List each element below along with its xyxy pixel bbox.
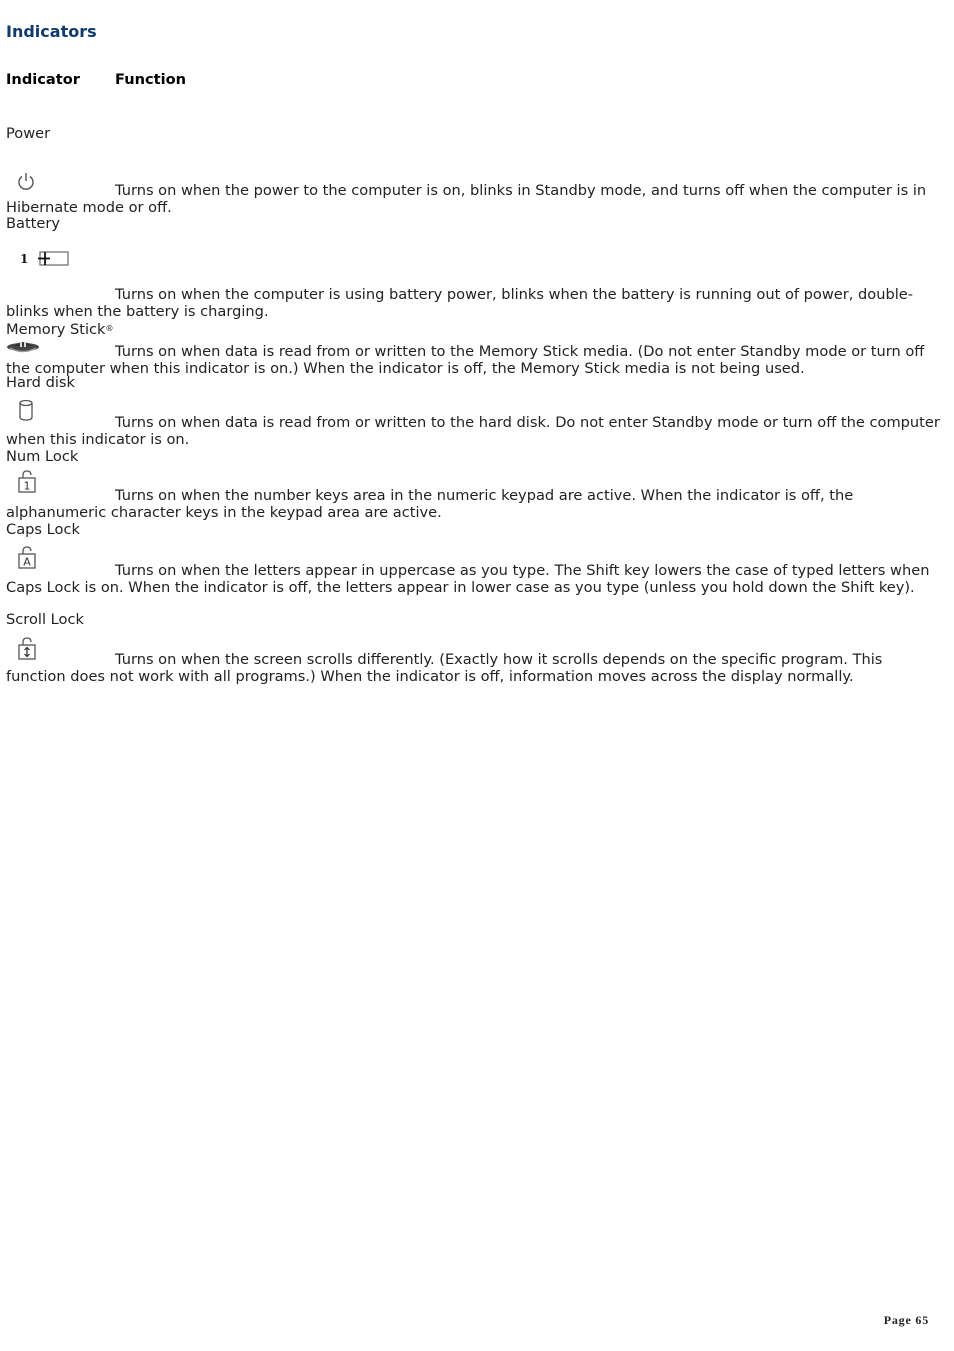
hard-disk-icon [19, 399, 33, 421]
column-header-function: Function [115, 71, 187, 88]
memory-stick-icon [7, 342, 39, 353]
indicator-row-caps-lock: Caps Lock A Turns on when the letters ap… [6, 521, 946, 596]
indicator-description: Turns on when data is read from or writt… [6, 342, 925, 377]
indicator-row-hard-disk: Hard disk Turns on when data is read fro… [6, 374, 946, 448]
indicator-row-power: Power Turns on when the power to the com… [6, 125, 946, 216]
indicator-name: Memory Stick® [6, 321, 946, 339]
indicator-description: Turns on when the number keys area in th… [6, 486, 854, 521]
num-lock-icon: 1 [18, 470, 36, 493]
indicator-description: Turns on when data is read from or writt… [6, 413, 940, 448]
battery-icon: 1 [20, 251, 69, 266]
page-title: Indicators [6, 22, 97, 41]
indicator-name: Hard disk [6, 374, 75, 391]
page-number: Page 65 [883, 1313, 929, 1327]
indicator-row-memory-stick: Memory Stick® Turns on when data is read… [6, 321, 946, 377]
indicator-row-num-lock: Num Lock 1 Turns on when the number keys… [6, 448, 946, 521]
indicator-name: Scroll Lock [6, 611, 84, 628]
indicator-description: Turns on when the computer is using batt… [6, 285, 914, 320]
caps-lock-icon-label: A [23, 556, 31, 569]
battery-icon-label: 1 [20, 252, 28, 266]
indicator-row-battery: Battery 1 Turns on when the computer is … [6, 215, 946, 320]
caps-lock-icon: A [18, 546, 36, 569]
num-lock-icon-label: 1 [24, 480, 31, 493]
registered-mark: ® [105, 324, 114, 333]
indicator-description: Turns on when the power to the computer … [6, 181, 927, 216]
indicator-description: Turns on when the letters appear in uppe… [6, 561, 930, 596]
scroll-lock-icon [18, 637, 36, 660]
indicator-row-scroll-lock: Scroll Lock Turns on when the screen scr… [6, 611, 946, 685]
indicator-name: Num Lock [6, 448, 79, 465]
indicator-name: Battery [6, 215, 61, 232]
indicator-description: Turns on when the screen scrolls differe… [6, 650, 883, 685]
indicator-name: Caps Lock [6, 521, 80, 538]
column-header-indicator: Indicator [6, 71, 80, 88]
indicator-name-text: Memory Stick [6, 321, 106, 338]
power-icon [18, 173, 34, 190]
indicator-name: Power [6, 125, 51, 142]
